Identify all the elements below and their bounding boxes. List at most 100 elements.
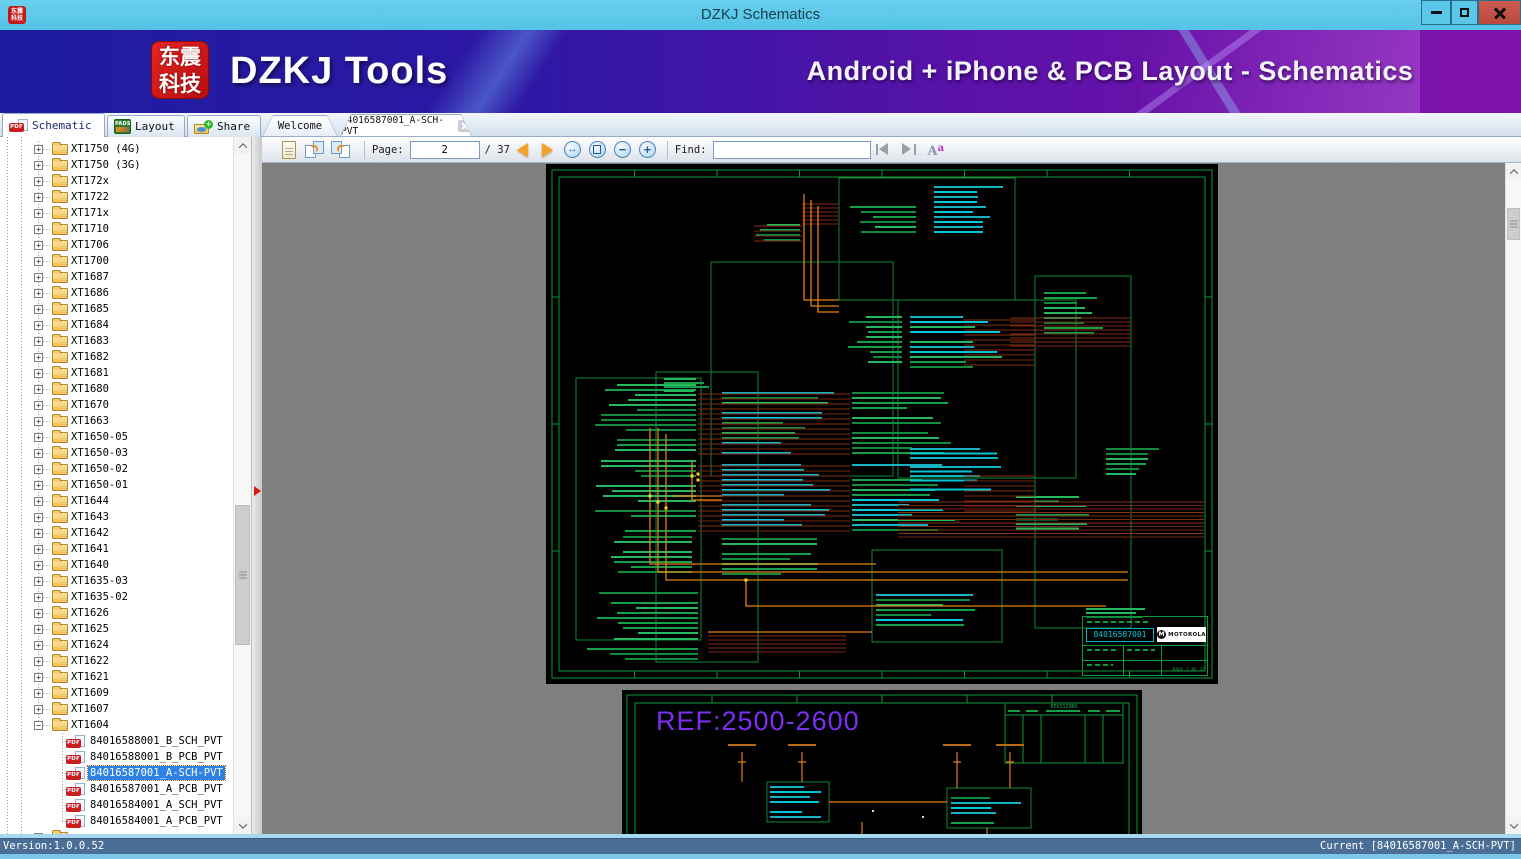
expand-toggle[interactable]: + xyxy=(34,689,43,698)
expand-toggle[interactable]: + xyxy=(34,465,43,474)
expand-toggle[interactable]: + xyxy=(34,609,43,618)
expand-toggle[interactable]: + xyxy=(34,401,43,410)
expand-toggle[interactable]: + xyxy=(34,497,43,506)
tree-folder-item[interactable]: +XT172x xyxy=(0,173,233,189)
expand-toggle[interactable]: + xyxy=(34,241,43,250)
expand-toggle[interactable]: + xyxy=(34,625,43,634)
expand-toggle[interactable]: + xyxy=(34,705,43,714)
tree-folder-item[interactable]: +XT1750 (4G) xyxy=(0,141,233,157)
tree-folder-item[interactable]: +XT1650-03 xyxy=(0,445,233,461)
tree-folder-item[interactable]: +XT1706 xyxy=(0,237,233,253)
tree-folder-item[interactable]: +XT1624 xyxy=(0,637,233,653)
find-next-button[interactable] xyxy=(900,143,917,156)
tree-folder-item[interactable]: +XT1681 xyxy=(0,365,233,381)
expand-toggle[interactable]: + xyxy=(34,657,43,666)
prev-page-button[interactable] xyxy=(517,143,528,157)
case-sensitive-button[interactable]: Aa xyxy=(928,140,945,159)
expand-toggle[interactable]: + xyxy=(34,513,43,522)
tree-file-item[interactable]: PDF84016588001_B_SCH_PVT xyxy=(0,733,233,749)
scroll-down-button[interactable] xyxy=(1506,817,1521,834)
scroll-up-button[interactable] xyxy=(234,137,251,154)
scrollbar-thumb[interactable] xyxy=(1507,208,1520,240)
next-page-button[interactable] xyxy=(542,143,553,157)
tree-folder-item[interactable]: +XT1650-01 xyxy=(0,477,233,493)
expand-toggle[interactable]: − xyxy=(34,721,43,730)
tree-file-item[interactable]: PDF84016587001_A-SCH-PVT xyxy=(0,765,233,781)
tree-folder-item[interactable]: +XT1670 xyxy=(0,397,233,413)
tree-folder-item[interactable]: +XT1621 xyxy=(0,669,233,685)
close-button[interactable] xyxy=(1478,0,1521,25)
scroll-down-button[interactable] xyxy=(234,817,251,834)
tree-folder-item[interactable]: +XT1722 xyxy=(0,189,233,205)
tree-folder-item[interactable]: +XT1643 xyxy=(0,509,233,525)
tree-folder-item[interactable]: +XT171x xyxy=(0,205,233,221)
tree-folder-item[interactable]: +XT1609 xyxy=(0,685,233,701)
tree-folder-item[interactable]: +XT1682 xyxy=(0,349,233,365)
minimize-button[interactable] xyxy=(1421,0,1451,25)
expand-toggle[interactable]: + xyxy=(34,641,43,650)
expand-toggle[interactable]: + xyxy=(34,225,43,234)
tree-folder-item[interactable]: +XT1622 xyxy=(0,653,233,669)
file-tree[interactable]: +XT1750 (4G)+XT1750 (3G)+XT172x+XT1722+X… xyxy=(0,137,233,834)
scrollbar-thumb[interactable] xyxy=(235,505,250,645)
fit-width-button[interactable]: ↔ xyxy=(564,141,581,158)
tab-close-icon[interactable] xyxy=(458,120,471,132)
copy-page-button[interactable] xyxy=(282,141,296,159)
tree-folder-item[interactable]: +XT1710 xyxy=(0,221,233,237)
expand-toggle[interactable]: + xyxy=(34,305,43,314)
tree-folder-item[interactable]: +XT1686 xyxy=(0,285,233,301)
tree-folder-item[interactable]: +XT1680 xyxy=(0,381,233,397)
tree-file-item[interactable]: PDF84016584001_A_PCB_PVT xyxy=(0,813,233,829)
tab-schematic[interactable]: PDF Schematic xyxy=(2,113,105,137)
tab-share[interactable]: + Share xyxy=(187,115,261,137)
schematic-viewer[interactable]: 84016587001 MMOTOROLA PAGE 2 OF 37 REF:2… xyxy=(262,163,1505,834)
expand-toggle[interactable]: + xyxy=(34,161,43,170)
expand-toggle[interactable]: + xyxy=(34,433,43,442)
tree-folder-item[interactable]: +XT1650-02 xyxy=(0,461,233,477)
find-prev-button[interactable] xyxy=(875,143,892,156)
expand-toggle[interactable]: + xyxy=(34,209,43,218)
tree-folder-item[interactable]: +XT1641 xyxy=(0,541,233,557)
tree-folder-item[interactable]: +XT1687 xyxy=(0,269,233,285)
tree-folder-item[interactable]: +XT1700 xyxy=(0,253,233,269)
expand-toggle[interactable]: + xyxy=(34,385,43,394)
expand-toggle[interactable]: + xyxy=(34,193,43,202)
sidebar-scrollbar[interactable] xyxy=(233,137,251,834)
tree-folder-item[interactable]: +XT1607 xyxy=(0,701,233,717)
tree-folder-item[interactable]: +XT1635-03 xyxy=(0,573,233,589)
expand-toggle[interactable]: + xyxy=(34,145,43,154)
fit-page-button[interactable] xyxy=(589,141,606,158)
expand-toggle[interactable]: + xyxy=(34,369,43,378)
find-input[interactable] xyxy=(713,141,871,159)
tree-file-item[interactable]: PDF84016584001_A_SCH_PVT xyxy=(0,797,233,813)
tree-folder-item[interactable]: +XT1626 xyxy=(0,605,233,621)
tree-folder-item[interactable]: +XT1683 xyxy=(0,333,233,349)
tree-folder-item[interactable]: +XT1640 xyxy=(0,557,233,573)
tree-folder-item[interactable]: +XT1644 xyxy=(0,493,233,509)
collapse-arrow-icon[interactable] xyxy=(254,486,261,496)
expand-toggle[interactable]: + xyxy=(34,577,43,586)
tree-folder-item[interactable]: +XT1625 xyxy=(0,621,233,637)
expand-toggle[interactable]: + xyxy=(34,545,43,554)
expand-toggle[interactable]: + xyxy=(34,257,43,266)
tree-folder-item[interactable]: +XT1635-02 xyxy=(0,589,233,605)
expand-toggle[interactable]: + xyxy=(34,417,43,426)
tree-folder-item[interactable]: +XT1684 xyxy=(0,317,233,333)
expand-toggle[interactable]: + xyxy=(34,273,43,282)
rotate-ccw-button[interactable] xyxy=(331,141,350,158)
viewer-scrollbar[interactable] xyxy=(1505,163,1521,834)
tree-folder-item[interactable]: +XT1750 (3G) xyxy=(0,157,233,173)
expand-toggle[interactable]: + xyxy=(34,481,43,490)
expand-toggle[interactable]: + xyxy=(34,337,43,346)
rotate-cw-button[interactable] xyxy=(305,141,324,158)
tab-document[interactable]: 84016587001_A-SCH-PVT xyxy=(340,114,472,137)
maximize-button[interactable] xyxy=(1451,0,1478,25)
tree-folder-item[interactable]: +XT1685 xyxy=(0,301,233,317)
tab-layout[interactable]: PADS Layout xyxy=(107,115,185,137)
expand-toggle[interactable]: + xyxy=(34,593,43,602)
tree-folder-item[interactable]: +XT1642 xyxy=(0,525,233,541)
tab-welcome[interactable]: Welcome xyxy=(262,115,338,137)
expand-toggle[interactable]: + xyxy=(34,177,43,186)
zoom-out-button[interactable]: − xyxy=(614,141,631,158)
tree-folder-item[interactable]: +XT1650-05 xyxy=(0,429,233,445)
